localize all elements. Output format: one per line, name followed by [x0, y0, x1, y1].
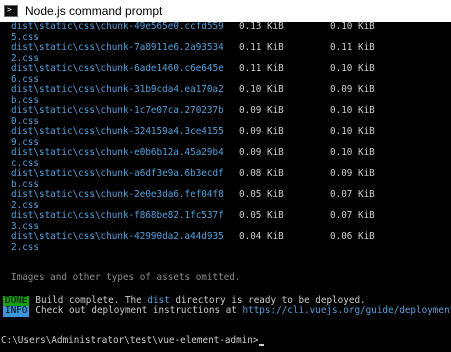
window-title: Node.js command prompt — [25, 4, 163, 18]
asset-filename: dist\static\css\chunk-1c7e07ca.270237b0.… — [11, 105, 224, 127]
asset-row: dist\static\css\chunk-7a8911e6.2a935342.… — [11, 42, 441, 64]
asset-row: dist\static\css\chunk-a6df3e9a.6b3ecdfb.… — [11, 168, 441, 190]
omitted-note: Images and other types of assets omitted… — [11, 272, 241, 283]
asset-gzipped-size: 0.09 KiB — [330, 168, 375, 179]
title-bar[interactable]: > Node.js command prompt — [0, 0, 451, 22]
asset-size: 0.05 KiB — [239, 210, 284, 221]
asset-filename: dist\static\css\chunk-7a8911e6.2a935342.… — [11, 42, 224, 64]
asset-size: 0.09 KiB — [239, 105, 284, 116]
asset-gzipped-size: 0.10 KiB — [330, 105, 375, 116]
asset-table: dist\static\css\chunk-49e565e0.ccfd5595.… — [11, 22, 441, 253]
asset-gzipped-size: 0.11 KiB — [330, 42, 375, 53]
asset-gzipped-size: 0.07 KiB — [330, 210, 375, 221]
asset-size: 0.09 KiB — [239, 126, 284, 137]
asset-filename: dist\static\css\chunk-6ade1460.c6e645e6.… — [11, 63, 224, 85]
info-badge: INFO — [3, 305, 30, 317]
asset-size: 0.11 KiB — [239, 42, 284, 53]
text-cursor — [259, 343, 265, 346]
asset-row: dist\static\css\chunk-f868be82.1fc537f3.… — [11, 210, 441, 232]
asset-filename: dist\static\css\chunk-2e0e3da6.fef04f82.… — [11, 189, 224, 211]
asset-filename: dist\static\css\chunk-f868be82.1fc537f3.… — [11, 210, 224, 232]
asset-row: dist\static\css\chunk-6ade1460.c6e645e6.… — [11, 63, 441, 85]
asset-gzipped-size: 0.09 KiB — [330, 84, 375, 95]
asset-size: 0.08 KiB — [239, 168, 284, 179]
asset-gzipped-size: 0.06 KiB — [330, 231, 375, 242]
asset-row: dist\static\css\chunk-42990da2.a44d9352.… — [11, 231, 441, 253]
asset-gzipped-size: 0.10 KiB — [330, 22, 375, 32]
asset-size: 0.10 KiB — [239, 84, 284, 95]
asset-filename: dist\static\css\chunk-324159a4.3ce41559.… — [11, 126, 224, 148]
asset-size: 0.05 KiB — [239, 189, 284, 200]
deployment-link[interactable]: https://cli.vuejs.org/guide/deployment. — [243, 305, 451, 316]
info-message: INFO Check out deployment instructions at… — [3, 305, 451, 317]
asset-size: 0.09 KiB — [239, 147, 284, 158]
asset-gzipped-size: 0.10 KiB — [330, 126, 375, 137]
asset-row: dist\static\css\chunk-324159a4.3ce41559.… — [11, 126, 441, 148]
asset-row: dist\static\css\chunk-31b9cda4.ea170a2b.… — [11, 84, 441, 106]
asset-filename: dist\static\css\chunk-e0b6b12a.45a29b4c.… — [11, 147, 224, 169]
asset-filename: dist\static\css\chunk-a6df3e9a.6b3ecdfb.… — [11, 168, 224, 190]
info-text: Check out deployment instructions at — [35, 305, 243, 316]
asset-size: 0.04 KiB — [239, 231, 284, 242]
asset-row: dist\static\css\chunk-1c7e07ca.270237b0.… — [11, 105, 441, 127]
asset-row: dist\static\css\chunk-49e565e0.ccfd5595.… — [11, 22, 441, 43]
asset-gzipped-size: 0.10 KiB — [330, 147, 375, 158]
console-output[interactable]: dist\static\css\chunk-49e565e0.ccfd5595.… — [0, 22, 451, 352]
asset-filename: dist\static\css\chunk-42990da2.a44d9352.… — [11, 231, 224, 253]
asset-row: dist\static\css\chunk-e0b6b12a.45a29b4c.… — [11, 147, 441, 169]
asset-gzipped-size: 0.10 KiB — [330, 63, 375, 74]
asset-gzipped-size: 0.07 KiB — [330, 189, 375, 200]
asset-size: 0.11 KiB — [239, 63, 284, 74]
command-prompt[interactable]: C:\Users\Administrator\test\vue-element-… — [1, 335, 265, 347]
asset-row: dist\static\css\chunk-2e0e3da6.fef04f82.… — [11, 189, 441, 211]
terminal-icon: > — [4, 5, 18, 17]
asset-filename: dist\static\css\chunk-49e565e0.ccfd5595.… — [11, 22, 224, 43]
asset-size: 0.13 KiB — [239, 22, 284, 32]
terminal-window: > Node.js command prompt dist\static\css… — [0, 0, 451, 352]
prompt-path: C:\Users\Administrator\test\vue-element-… — [1, 335, 259, 346]
asset-filename: dist\static\css\chunk-31b9cda4.ea170a2b.… — [11, 84, 224, 106]
